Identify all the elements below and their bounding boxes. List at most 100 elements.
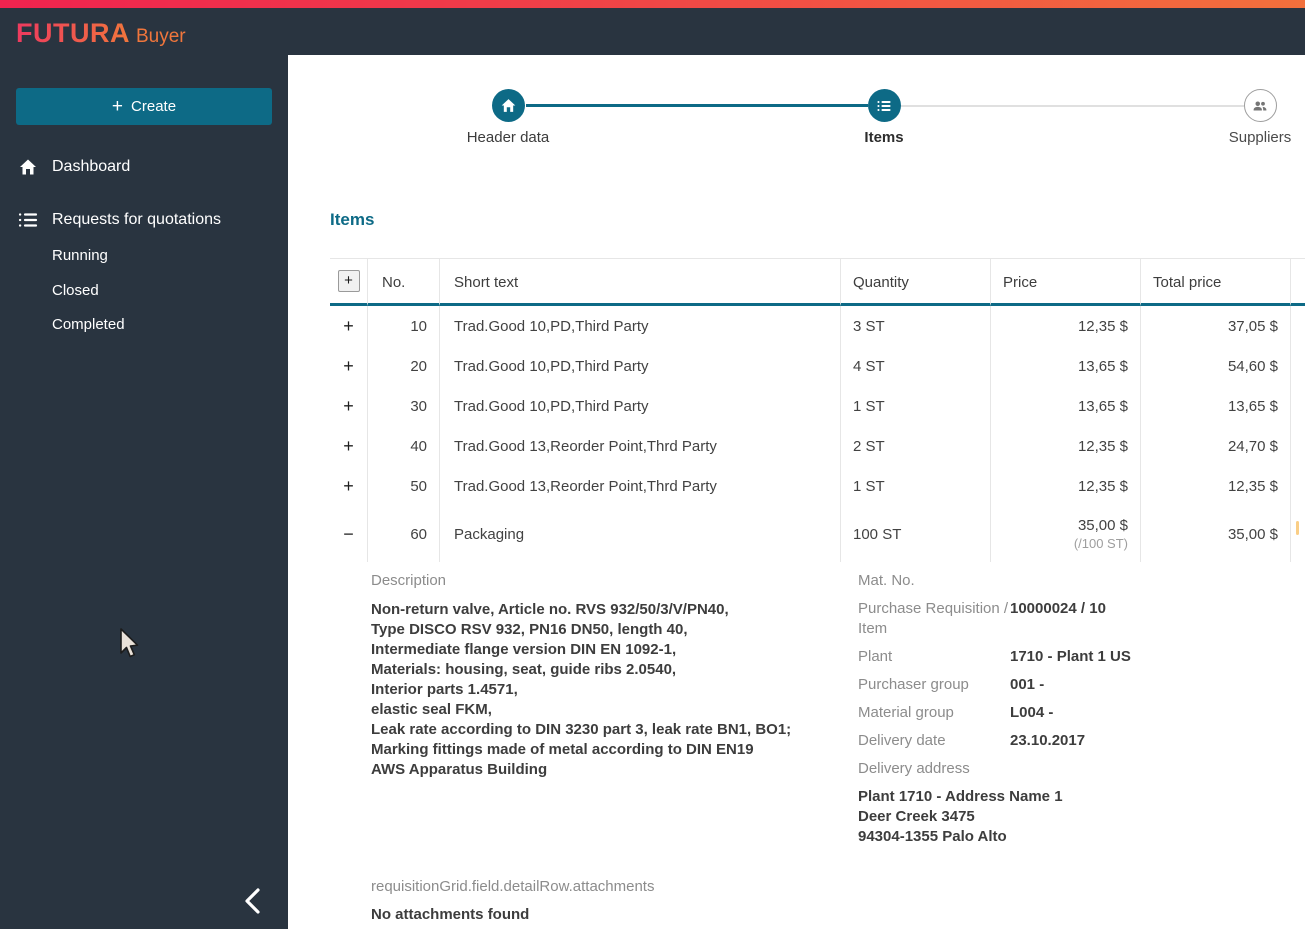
row-expander[interactable]: + [330, 426, 368, 466]
sidebar-subitem-label: Closed [52, 281, 99, 299]
field-label: Purchaser group [858, 676, 969, 693]
cell-price[interactable]: 35,00 $ (/100 ST) [991, 506, 1141, 562]
cell-quantity[interactable]: 2 ST [841, 426, 991, 466]
attachments-label-key: requisitionGrid.field.detailRow.attachme… [371, 878, 655, 895]
cell-spacer [1291, 306, 1305, 346]
detail-description-block: Description Non-return valve, Article no… [371, 571, 817, 847]
address-line: Deer Creek 3475 [858, 808, 975, 825]
description-line: Interior parts 1.4571, [371, 681, 518, 698]
create-button-label: Create [131, 98, 177, 115]
cell-no[interactable]: 60 [368, 506, 440, 562]
cell-short-text[interactable]: Trad.Good 13,Reorder Point,Thrd Party [440, 426, 841, 466]
cell-quantity[interactable]: 100 ST [841, 506, 991, 562]
price-unit-note: (/100 ST) [1073, 536, 1128, 551]
col-header-price: Price [991, 258, 1141, 306]
field-value: 10000024 / 10 [1010, 600, 1106, 617]
address-line: Plant 1710 - Address Name 1 [858, 788, 1063, 805]
step-suppliers[interactable]: Suppliers [1180, 89, 1305, 146]
sidebar-subitem-label: Completed [52, 315, 125, 333]
cell-price[interactable]: 12,35 $ [991, 426, 1141, 466]
sidebar-collapse-button[interactable] [235, 883, 271, 919]
row-detail-panel: Description Non-return valve, Article no… [330, 562, 1305, 847]
cell-short-text[interactable]: Trad.Good 10,PD,Third Party [440, 386, 841, 426]
expand-all-button[interactable]: + [337, 270, 360, 292]
cell-no[interactable]: 40 [368, 426, 440, 466]
app-logo: FUTURA Buyer [16, 18, 186, 49]
row-expander[interactable]: + [330, 306, 368, 346]
cell-price[interactable]: 12,35 $ [991, 466, 1141, 506]
step-header-data[interactable]: Header data [428, 89, 588, 146]
delivery-address-value: Plant 1710 - Address Name 1 Deer Creek 3… [858, 787, 1305, 847]
field-label: Mat. No. [858, 572, 915, 589]
detail-fields-block: Mat. No. Purchase Requisition / Item 100… [858, 571, 1305, 847]
step-items[interactable]: Items [804, 89, 964, 146]
col-header-no: No. [368, 258, 440, 306]
col-header-spacer [1291, 258, 1305, 306]
attachments-section: requisitionGrid.field.detailRow.attachme… [371, 877, 1305, 923]
cell-short-text[interactable]: Trad.Good 13,Reorder Point,Thrd Party [440, 466, 841, 506]
description-line: elastic seal FKM, [371, 701, 492, 718]
sidebar-item-dashboard[interactable]: Dashboard [0, 147, 288, 187]
field-value: 23.10.2017 [1010, 732, 1086, 749]
cell-spacer [1291, 466, 1305, 506]
col-header-total-price: Total price [1141, 258, 1291, 306]
list-icon [877, 100, 891, 111]
step-label: Items [864, 129, 904, 146]
brand-name: FUTURA [16, 18, 130, 48]
top-accent-bar [0, 0, 1305, 8]
cell-quantity[interactable]: 1 ST [841, 466, 991, 506]
field-purchaser-group: Purchaser group 001 - [858, 675, 1305, 695]
cell-no[interactable]: 30 [368, 386, 440, 426]
row-collapse-expander[interactable]: − [330, 506, 368, 562]
field-label: Plant [858, 648, 893, 665]
cell-short-text[interactable]: Trad.Good 10,PD,Third Party [440, 346, 841, 386]
cell-no[interactable]: 20 [368, 346, 440, 386]
cell-total-price[interactable]: 13,65 $ [1141, 386, 1291, 426]
cell-total-price[interactable]: 37,05 $ [1141, 306, 1291, 346]
cell-price[interactable]: 13,65 $ [991, 386, 1141, 426]
cell-no[interactable]: 10 [368, 306, 440, 346]
step-label: Suppliers [1228, 129, 1292, 146]
plus-icon: + [111, 95, 124, 117]
sidebar-subitem-completed[interactable]: Completed [52, 309, 125, 339]
description-line: Non-return valve, Article no. RVS 932/50… [371, 601, 729, 618]
cell-quantity[interactable]: 1 ST [841, 386, 991, 426]
field-label: Material group [858, 704, 954, 721]
cell-quantity[interactable]: 4 ST [841, 346, 991, 386]
cell-no[interactable]: 50 [368, 466, 440, 506]
cell-price[interactable]: 12,35 $ [991, 306, 1141, 346]
list-icon [18, 213, 38, 227]
description-label: Description [371, 572, 447, 589]
home-icon [501, 99, 515, 112]
cell-quantity[interactable]: 3 ST [841, 306, 991, 346]
cell-price[interactable]: 13,65 $ [991, 346, 1141, 386]
cell-short-text[interactable]: Trad.Good 10,PD,Third Party [440, 306, 841, 346]
create-button[interactable]: + Create [16, 88, 272, 125]
row-expander[interactable]: + [330, 466, 368, 506]
cell-total-price[interactable]: 12,35 $ [1141, 466, 1291, 506]
app-root: { "brand": {"primary": "FUTURA", "second… [0, 0, 1305, 929]
description-line: AWS Apparatus Building [371, 761, 548, 778]
cell-total-price[interactable]: 54,60 $ [1141, 346, 1291, 386]
sidebar-item-label: Requests for quotations [52, 211, 221, 228]
sidebar: FUTURA Buyer + Create Dashboard Requests … [0, 8, 288, 929]
cell-short-text[interactable]: Packaging [440, 506, 841, 562]
cell-total-price[interactable]: 35,00 $ [1141, 506, 1291, 562]
chevron-left-icon [245, 888, 260, 914]
field-value: 001 - [1010, 676, 1045, 693]
row-expander[interactable]: + [330, 386, 368, 426]
sidebar-subitem-closed[interactable]: Closed [52, 275, 99, 305]
items-section-title: Items [330, 210, 375, 229]
cell-total-price[interactable]: 24,70 $ [1141, 426, 1291, 466]
col-header-short-text: Short text [440, 258, 841, 306]
sidebar-subitem-running[interactable]: Running [52, 240, 108, 270]
sidebar-item-label: Dashboard [52, 158, 131, 175]
cell-spacer [1291, 426, 1305, 466]
delivery-address-label: Delivery address [858, 760, 970, 777]
description-line: Intermediate flange version DIN EN 1092-… [371, 641, 677, 658]
cell-spacer [1291, 346, 1305, 386]
sidebar-item-requests-for-quotations[interactable]: Requests for quotations [0, 200, 288, 240]
row-expander[interactable]: + [330, 346, 368, 386]
cell-spacer [1291, 386, 1305, 426]
clipped-icon-fragment [1296, 521, 1299, 535]
